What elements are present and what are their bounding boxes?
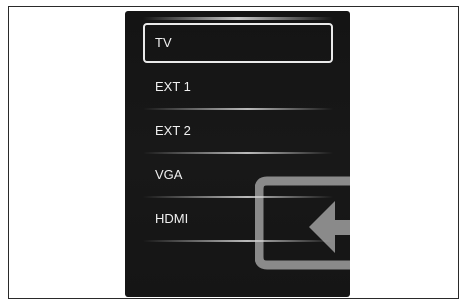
menu-item-label: EXT 2 xyxy=(155,123,191,138)
source-menu-panel: TV EXT 1 EXT 2 VGA HDMI xyxy=(125,11,350,297)
menu-item-label: HDMI xyxy=(155,211,189,226)
menu-item-label: EXT 1 xyxy=(155,79,191,94)
menu-item-label: VGA xyxy=(155,167,183,182)
menu-divider xyxy=(143,108,333,110)
menu-divider xyxy=(143,152,333,154)
menu-item-tv[interactable]: TV xyxy=(143,23,333,63)
menu-item-hdmi[interactable]: HDMI xyxy=(143,199,333,242)
menu-divider xyxy=(143,240,333,242)
source-menu: TV EXT 1 EXT 2 VGA HDMI xyxy=(143,23,333,243)
menu-item-ext1[interactable]: EXT 1 xyxy=(143,67,333,110)
menu-divider xyxy=(143,196,333,198)
menu-item-ext2[interactable]: EXT 2 xyxy=(143,111,333,154)
menu-item-label: TV xyxy=(155,35,172,50)
menu-item-vga[interactable]: VGA xyxy=(143,155,333,198)
top-highlight xyxy=(143,17,333,20)
